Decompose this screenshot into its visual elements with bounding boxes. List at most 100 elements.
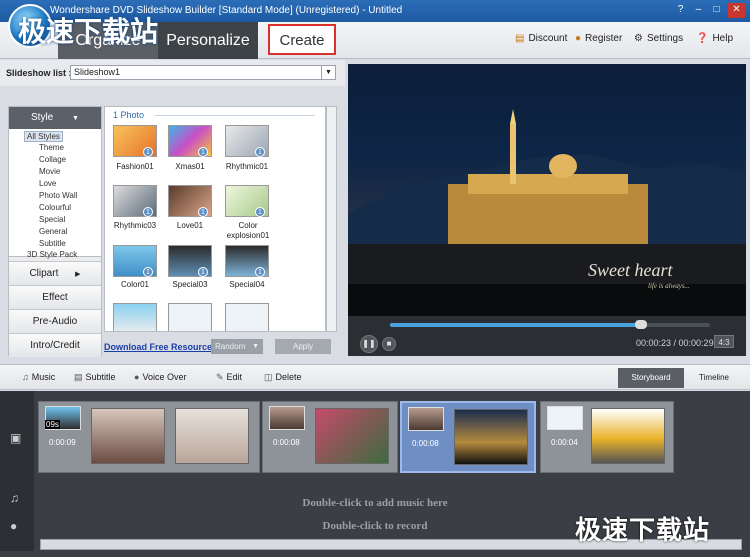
user-icon: ●	[575, 33, 582, 44]
tree-item-colourful[interactable]: Colourful	[39, 203, 71, 212]
slideshow-list-select[interactable]: Slideshow1 ▼	[70, 65, 336, 80]
tree-item-movie[interactable]: Movie	[39, 167, 60, 176]
tab-storyboard[interactable]: Storyboard	[618, 368, 684, 388]
download-resource-link[interactable]: Download Free Resource	[104, 342, 212, 352]
thumb-more[interactable]	[113, 303, 157, 331]
tree-item-theme[interactable]: Theme	[39, 143, 64, 152]
scene-time: 0:00:08	[412, 439, 439, 448]
scene-image	[91, 408, 165, 464]
microphone-icon: ●	[134, 372, 140, 382]
count-badge: 1	[198, 147, 208, 157]
chevron-down-icon[interactable]: ▼	[321, 66, 335, 79]
style-category-header[interactable]: Style ▼	[9, 107, 101, 129]
count-badge: 1	[198, 207, 208, 217]
aspect-ratio-button[interactable]: 4:3	[714, 335, 734, 348]
thumb-label: Rhythmic01	[225, 162, 269, 171]
tab-personalize[interactable]: Personalize	[158, 22, 258, 59]
category-panel: Style ▼ All Styles Theme Collage Movie L…	[8, 106, 102, 357]
pencil-icon: ✎	[216, 372, 224, 382]
track-labels: ▣ ♫ ●	[0, 391, 34, 551]
tree-item-subtitle[interactable]: Subtitle	[39, 239, 66, 248]
discount-label: Discount	[528, 33, 568, 44]
register-label: Register	[585, 33, 623, 44]
scene-image	[315, 408, 389, 464]
voice-over-button[interactable]: ● Voice Over	[134, 372, 186, 382]
thumb-label: Color explosion01	[226, 221, 270, 240]
tree-item-general[interactable]: General	[39, 227, 67, 236]
scene-duration-badge: 09s	[45, 420, 60, 429]
tab-timeline[interactable]: Timeline	[688, 368, 740, 388]
tree-item-special[interactable]: Special	[39, 215, 65, 224]
close-button[interactable]: ✕	[728, 3, 745, 18]
pause-icon[interactable]: ❚❚	[360, 335, 378, 353]
chevron-down-icon: ▼	[72, 115, 79, 122]
microphone-icon: ●	[10, 519, 18, 533]
thumb-more[interactable]	[225, 303, 269, 331]
tree-item-love[interactable]: Love	[39, 179, 56, 188]
preview-canvas: Sweet heart life is always...	[348, 64, 746, 316]
count-badge: 1	[198, 267, 208, 277]
minimize-button[interactable]: –	[690, 3, 707, 18]
music-icon: ♫	[10, 491, 19, 505]
gear-icon: ⚙	[634, 33, 643, 44]
chevron-down-icon: ▼	[252, 343, 259, 350]
scene-thumb	[408, 407, 444, 431]
grid-scrollbar[interactable]	[326, 106, 337, 332]
intro-credit-button[interactable]: Intro/Credit	[9, 333, 101, 357]
thumb-label: Fashion01	[116, 162, 154, 171]
scene-4[interactable]: 0:00:04	[540, 401, 674, 473]
scene-time: 0:00:08	[273, 438, 300, 447]
style-grid: 1 Photo 1 Fashion01 1 Xmas01 1 Rhythmic0…	[104, 106, 326, 332]
thumb-more[interactable]	[168, 303, 212, 331]
subtitle-button[interactable]: ▤ Subtitle	[74, 372, 116, 383]
settings-label: Settings	[646, 33, 684, 44]
voice-over-label: Voice Over	[142, 372, 187, 382]
help-label: Help	[712, 33, 734, 44]
help-button[interactable]: ❓ Help	[696, 33, 733, 44]
slideshow-list-bar: Slideshow list : Slideshow1 ▼	[0, 60, 345, 86]
clipart-label: Clipart	[29, 268, 59, 279]
discount-button[interactable]: ▤ Discount	[515, 33, 567, 44]
scene-1[interactable]: 09s 0:00:09	[38, 401, 260, 473]
random-label: Random	[215, 342, 246, 351]
cart-icon: ▤	[515, 33, 525, 44]
apply-button[interactable]: Apply	[275, 339, 331, 354]
random-select[interactable]: Random ▼	[211, 339, 263, 354]
tree-item-collage[interactable]: Collage	[39, 155, 66, 164]
edit-button[interactable]: ✎ Edit	[216, 372, 242, 383]
tree-item-all-styles[interactable]: All Styles	[24, 131, 63, 142]
delete-button[interactable]: ◫ Delete	[264, 372, 302, 383]
scene-image	[175, 408, 249, 464]
music-button[interactable]: ♫ Music	[22, 372, 55, 382]
thumb-label: Xmas01	[175, 162, 205, 171]
music-icon: ♫	[22, 372, 29, 382]
scene-2[interactable]: 0:00:08	[262, 401, 398, 473]
help-icon: ❓	[696, 33, 709, 44]
settings-button[interactable]: ⚙ Settings	[634, 33, 683, 44]
pre-audio-button[interactable]: Pre-Audio	[9, 309, 101, 333]
scene-time: 0:00:09	[49, 438, 76, 447]
seek-bar[interactable]	[390, 320, 710, 329]
register-button[interactable]: ● Register	[575, 33, 622, 44]
book-icon: ▣	[10, 431, 22, 445]
effect-button[interactable]: Effect	[9, 285, 101, 309]
overlay-title: Sweet heart	[588, 260, 673, 280]
grid-header: 1 Photo	[113, 110, 145, 120]
seek-handle[interactable]	[635, 320, 648, 329]
scene-3[interactable]: 0:00:08	[400, 401, 536, 473]
tab-create[interactable]: Create	[268, 24, 336, 55]
style-tree: All Styles Theme Collage Movie Love Phot…	[9, 129, 101, 259]
time-display: 00:00:23 / 00:00:29	[636, 338, 714, 348]
edit-label: Edit	[226, 372, 243, 382]
tree-item-photo-wall[interactable]: Photo Wall	[39, 191, 77, 200]
grid-divider	[155, 115, 315, 116]
castle-photo	[348, 109, 746, 316]
stop-icon[interactable]: ■	[382, 337, 396, 351]
tree-item-3d-style-pack[interactable]: 3D Style Pack	[27, 250, 77, 259]
clipart-button[interactable]: Clipart ▶	[9, 261, 101, 285]
scene-image	[591, 408, 665, 464]
count-badge: 1	[255, 207, 265, 217]
help-window-button[interactable]: ?	[672, 3, 689, 18]
music-track-hint[interactable]: Double-click to add music here	[0, 497, 750, 509]
maximize-button[interactable]: □	[708, 3, 725, 18]
